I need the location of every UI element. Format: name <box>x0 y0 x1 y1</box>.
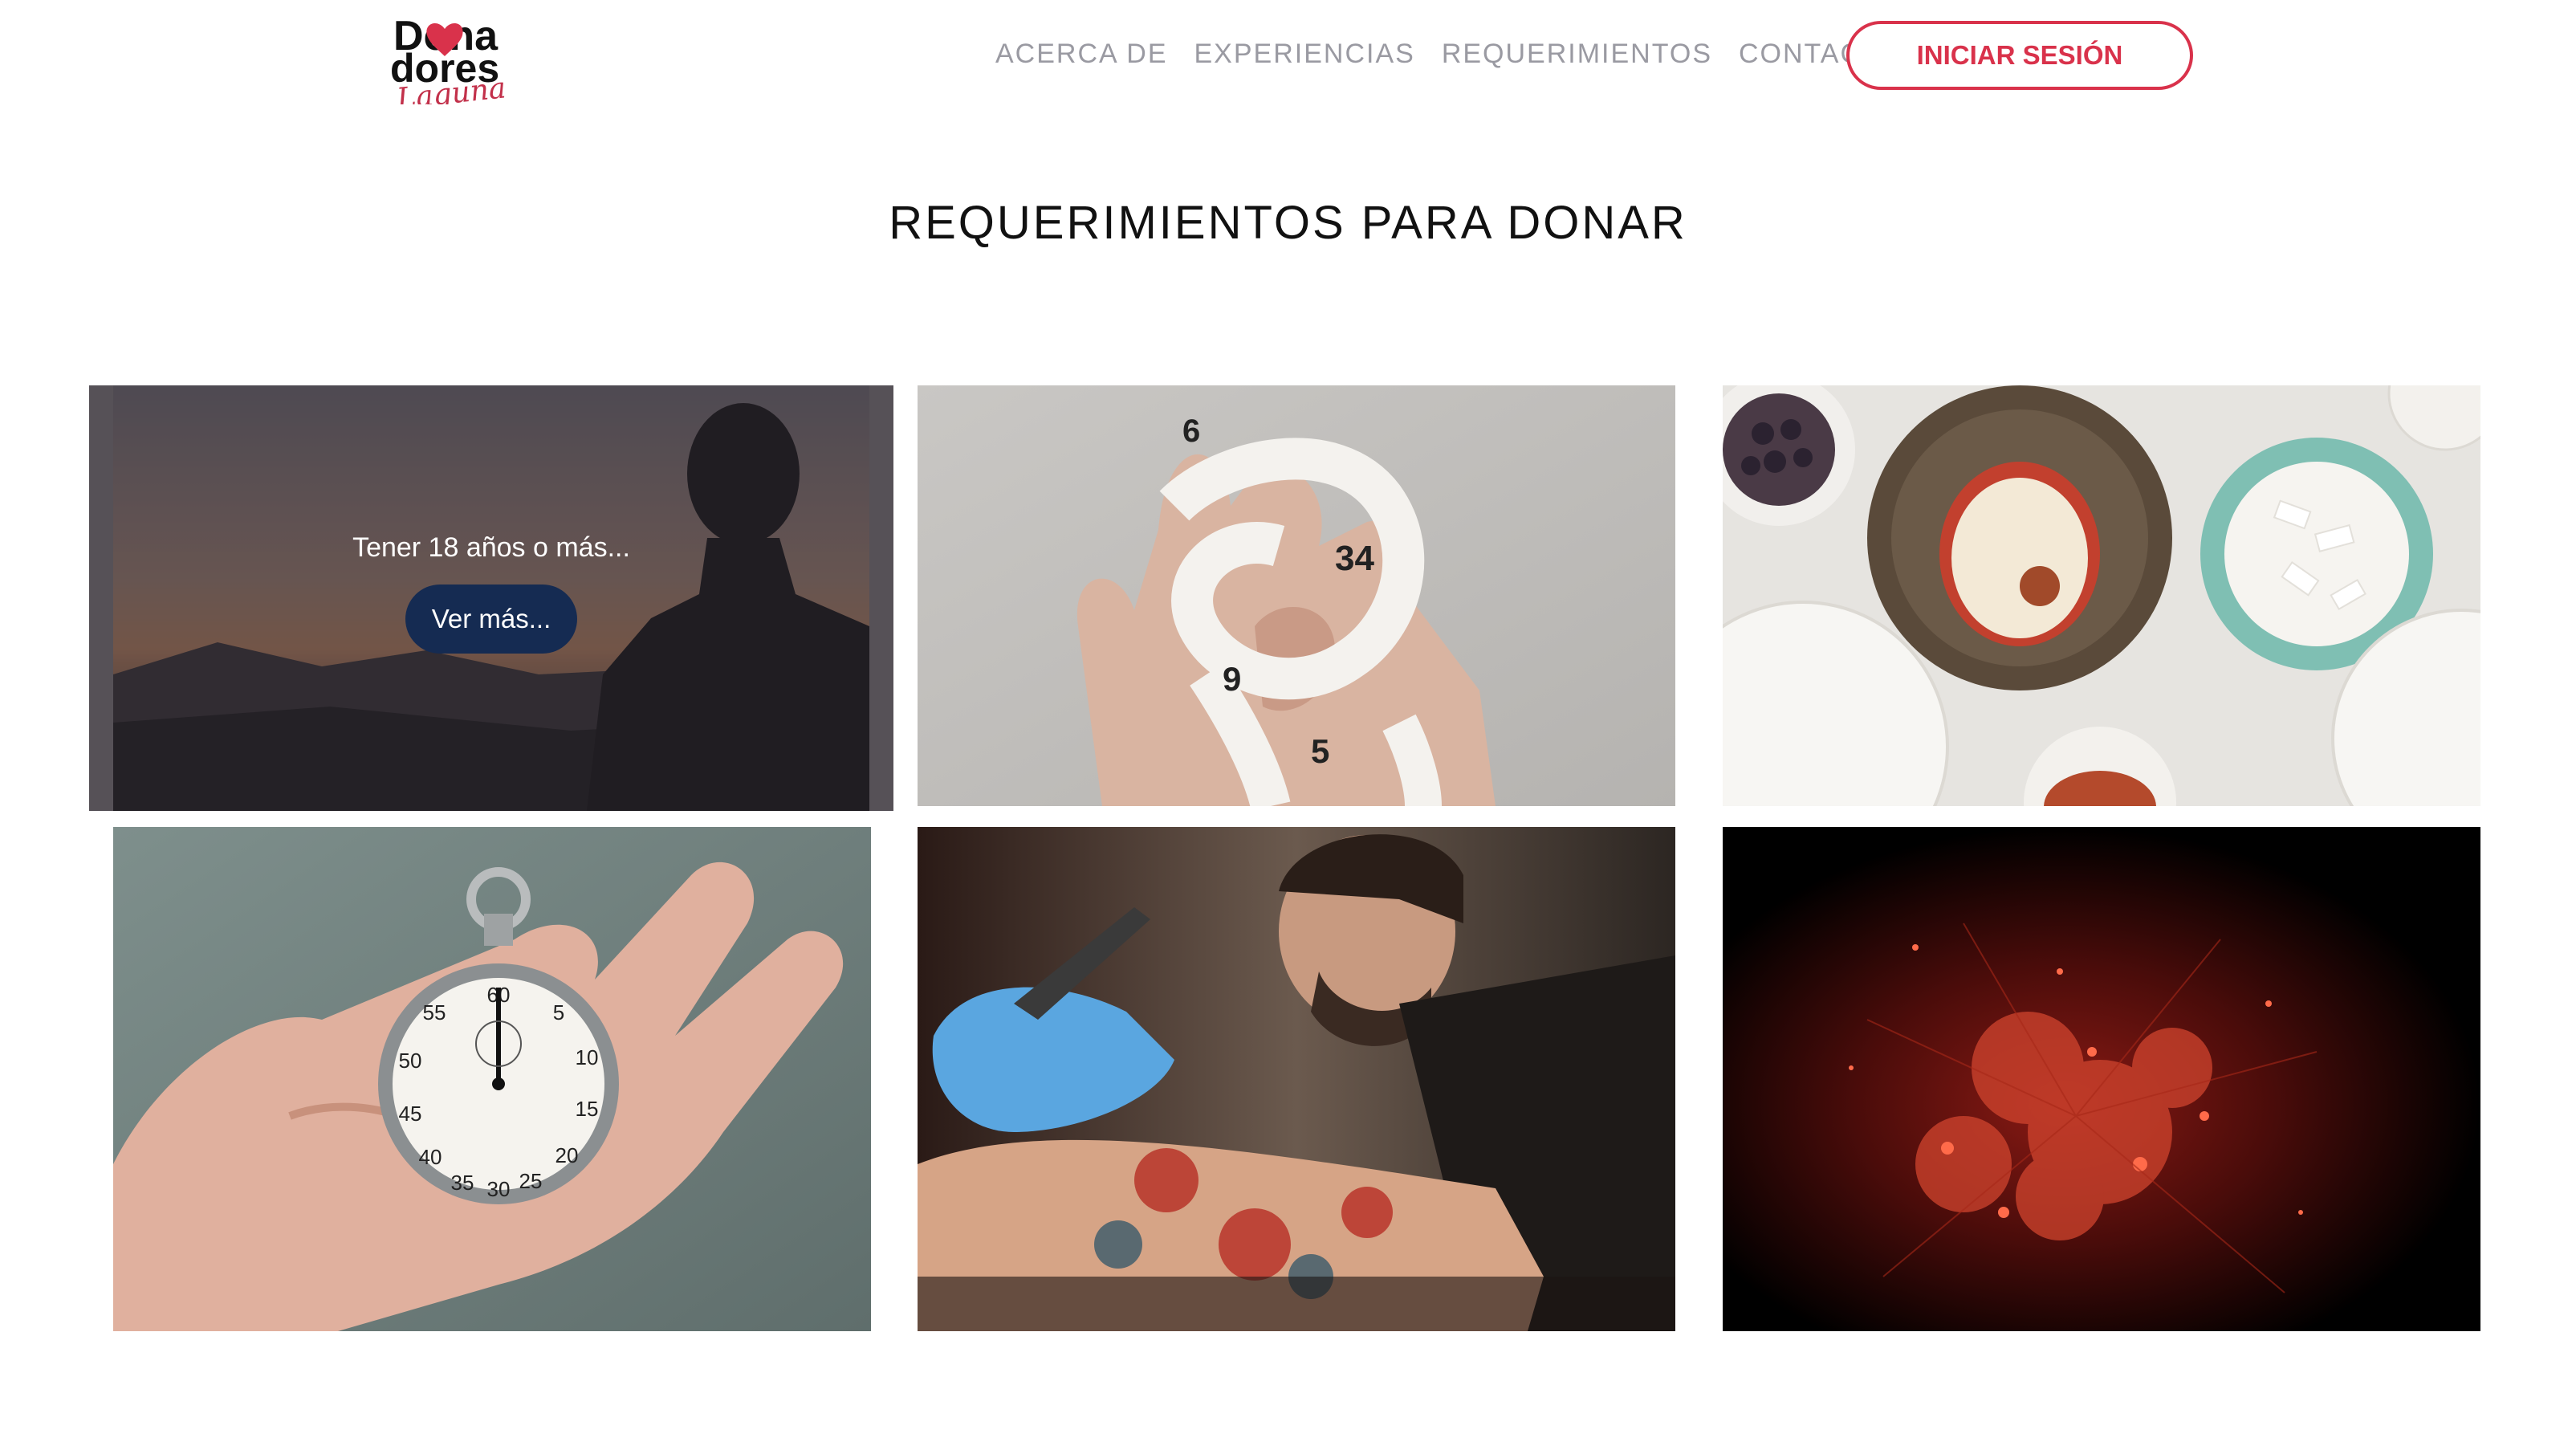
svg-text:50: 50 <box>399 1049 422 1073</box>
requirement-card-weight[interactable]: 34 9 5 6 <box>918 385 1675 806</box>
logo-graphic: Dona dores Laguna <box>390 13 507 104</box>
svg-text:5: 5 <box>553 1000 564 1024</box>
login-button[interactable]: INICIAR SESIÓN <box>1846 21 2193 90</box>
stopwatch-hand-photo: 60 5 10 15 20 25 30 35 40 45 50 55 <box>113 827 871 1331</box>
svg-text:9: 9 <box>1223 660 1241 698</box>
card-hover-overlay: Tener 18 años o más... Ver más... <box>89 385 893 811</box>
svg-text:30: 30 <box>487 1177 511 1201</box>
nav-link-experiencias[interactable]: EXPERIENCIAS <box>1194 39 1415 70</box>
main-nav: ACERCA DE EXPERIENCIAS REQUERIMIENTOS CO… <box>995 34 1929 74</box>
site-logo[interactable]: Dona dores Laguna <box>389 11 549 104</box>
page-title: REQUERIMIENTOS PARA DONAR <box>889 197 1687 249</box>
measuring-tape-hand-photo: 34 9 5 6 <box>918 385 1675 806</box>
requirement-card-fireworks[interactable] <box>1723 827 2480 1331</box>
svg-text:35: 35 <box>451 1171 474 1195</box>
svg-text:6: 6 <box>1182 413 1200 449</box>
svg-text:10: 10 <box>576 1045 599 1069</box>
site-header: Dona dores Laguna ACERCA DE EXPERIENCIAS… <box>0 0 2576 112</box>
svg-text:25: 25 <box>519 1169 543 1193</box>
requirement-card-age[interactable]: Tener 18 años o más... Ver más... <box>89 385 893 811</box>
requirement-card-food[interactable] <box>1723 385 2480 806</box>
svg-text:5: 5 <box>1311 732 1329 770</box>
svg-text:20: 20 <box>555 1143 579 1167</box>
requirement-card-tattoo[interactable] <box>918 827 1675 1331</box>
red-fireworks-photo <box>1723 827 2480 1331</box>
requirement-card-time[interactable]: 60 5 10 15 20 25 30 35 40 45 50 55 <box>113 827 871 1331</box>
svg-text:40: 40 <box>419 1145 442 1169</box>
ver-mas-button[interactable]: Ver más... <box>405 584 577 654</box>
food-bowls-pear-photo <box>1723 385 2480 806</box>
nav-link-requerimientos[interactable]: REQUERIMIENTOS <box>1442 39 1712 70</box>
svg-text:55: 55 <box>423 1000 446 1024</box>
svg-text:34: 34 <box>1335 539 1374 578</box>
nav-link-acerca[interactable]: ACERCA DE <box>995 39 1168 70</box>
svg-text:15: 15 <box>576 1097 599 1121</box>
card-caption: Tener 18 años o más... <box>352 532 630 563</box>
tattoo-artist-photo <box>918 827 1675 1331</box>
svg-text:45: 45 <box>399 1102 422 1126</box>
